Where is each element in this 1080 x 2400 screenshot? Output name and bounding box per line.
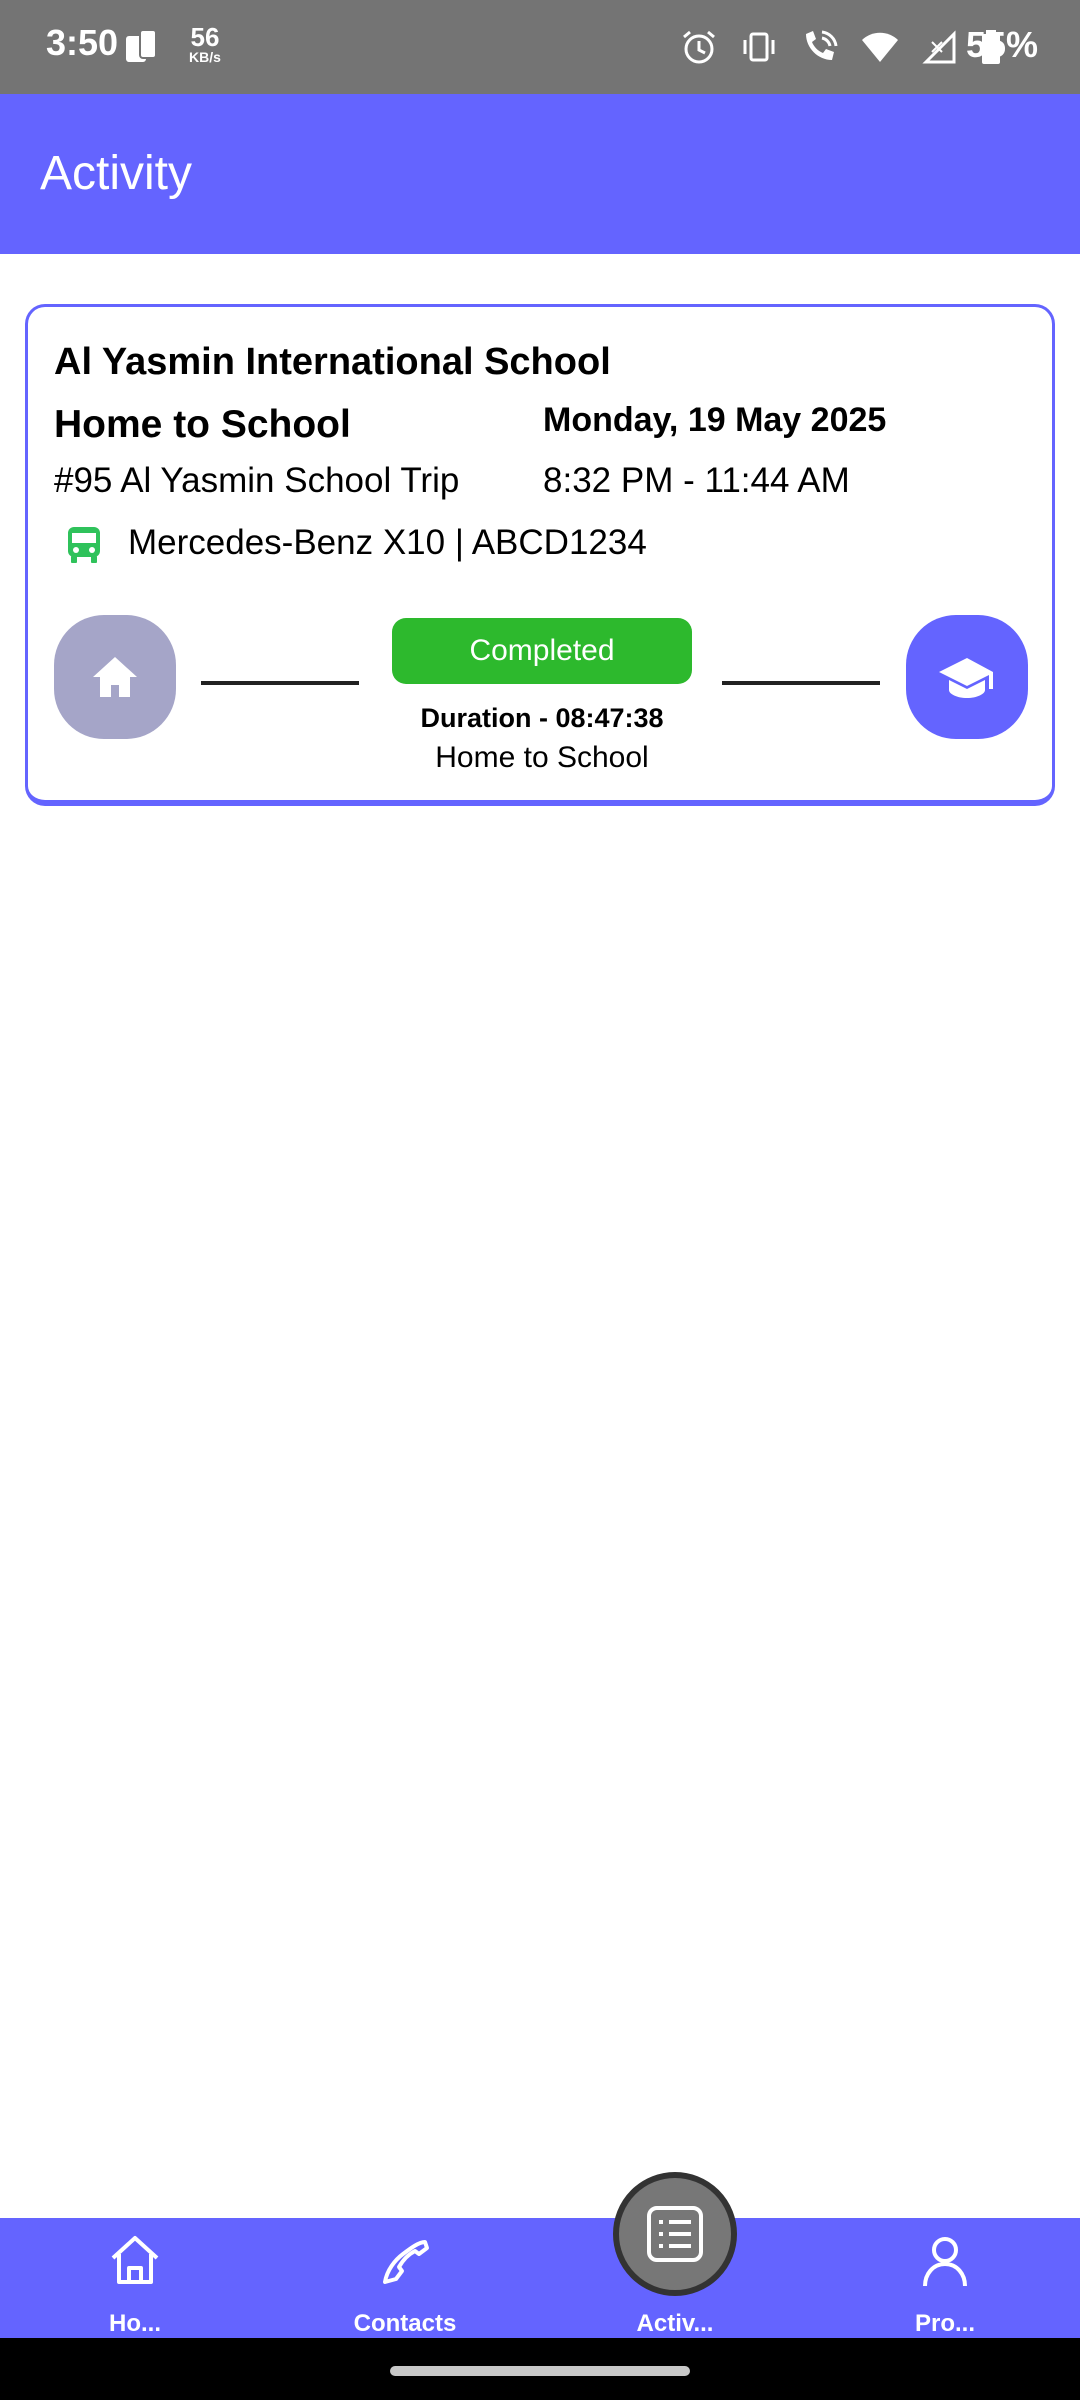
trip-card[interactable]: Al Yasmin International School Home to S… [25, 304, 1055, 806]
vibrate-icon [743, 32, 775, 62]
trip-duration: Duration - 08:47:38 [420, 703, 664, 733]
bottom-nav: Ho... Contacts Activ... Pro... [0, 2218, 1080, 2338]
nav-label-profile: Pro... [914, 2310, 975, 2337]
status-badge: Completed [392, 618, 692, 684]
nav-item-home[interactable]: Ho... [35, 2218, 235, 2338]
nav-item-contacts[interactable]: Contacts [305, 2218, 505, 2338]
nav-label-contacts: Contacts [353, 2310, 457, 2337]
battery-percent: 55% [966, 24, 1039, 65]
trip-number: #95 Al Yasmin School Trip [54, 461, 460, 500]
vehicle-info: Mercedes-Benz X10 | ABCD1234 [128, 523, 647, 562]
wifi-call-icon [806, 30, 838, 60]
route-label: Home to School [435, 741, 649, 774]
route-name: Home to School [54, 403, 351, 446]
trip-date: Monday, 19 May 2025 [543, 401, 887, 439]
signal-icon [922, 30, 956, 64]
wifi-icon [862, 32, 898, 62]
status-icons [680, 24, 1002, 70]
app-bar: Activity [0, 94, 1080, 254]
trip-time-range: 8:32 PM - 11:44 AM [543, 461, 850, 500]
route-line-right [722, 681, 880, 685]
gesture-handle[interactable] [390, 2366, 690, 2376]
status-bar: 3:50 56 KB/s 55% [0, 0, 1080, 94]
alarm-icon [683, 30, 715, 64]
page-title: Activity [40, 147, 193, 200]
network-speed: 56 KB/s [189, 22, 221, 65]
nav-label-home: Ho... [109, 2310, 161, 2337]
home-icon [93, 657, 137, 697]
nav-label-activity: Activ... [636, 2310, 714, 2337]
nav-item-profile[interactable]: Pro... [845, 2218, 1045, 2338]
person-icon [923, 2237, 967, 2287]
system-nav-bar [0, 2338, 1080, 2400]
start-point [54, 615, 176, 739]
home-outline-icon [111, 2236, 159, 2284]
status-time: 3:50 [46, 22, 119, 63]
activity-fab[interactable] [613, 2172, 737, 2296]
end-point [906, 615, 1028, 739]
phone-icon [383, 2240, 429, 2284]
phone-device-icon [126, 29, 157, 62]
school-name: Al Yasmin International School [54, 341, 611, 383]
list-icon [647, 2206, 703, 2262]
bus-icon [68, 527, 100, 563]
route-line-left [201, 681, 359, 685]
graduation-cap-icon [939, 658, 993, 698]
